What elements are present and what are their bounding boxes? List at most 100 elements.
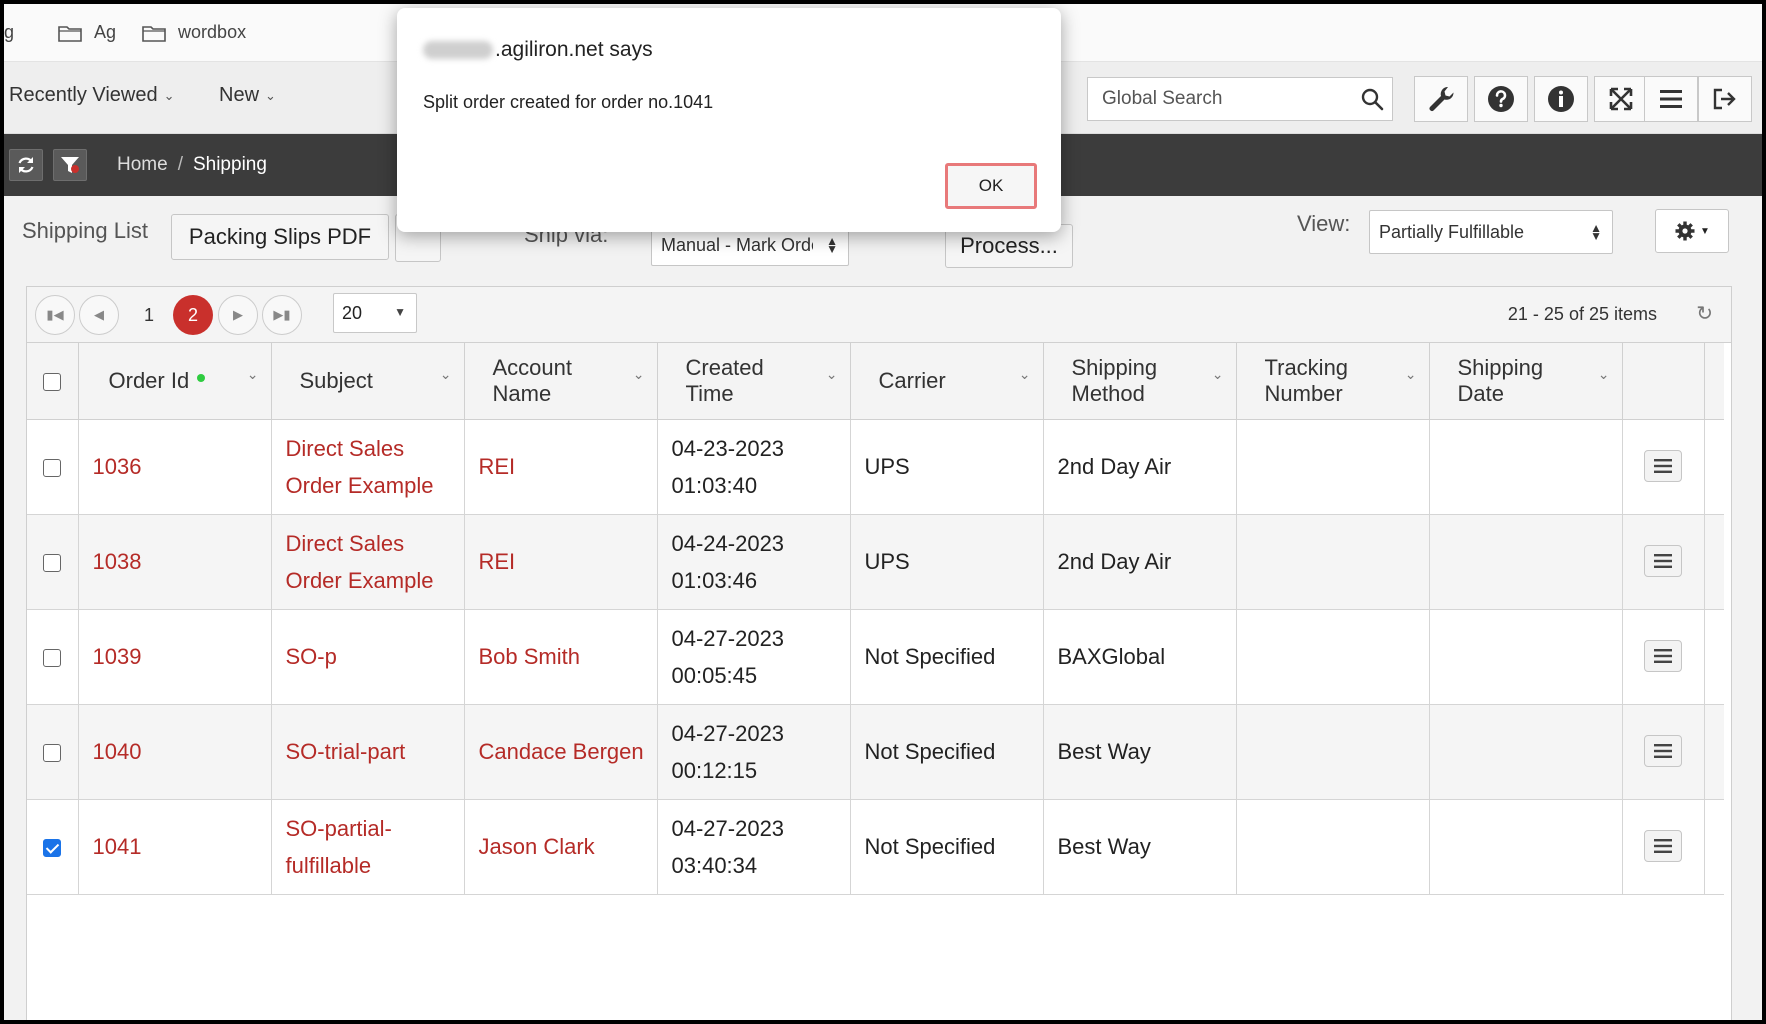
tracking-number-cell <box>1236 419 1430 515</box>
first-page-icon[interactable]: ▮◀ <box>35 295 75 335</box>
created-time-cell: 04-23-2023 01:03:40 <box>657 419 851 515</box>
chevron-down-icon[interactable]: ⌄ <box>633 361 645 387</box>
gear-icon <box>1675 221 1695 241</box>
last-page-icon[interactable]: ▶▮ <box>262 295 302 335</box>
table-row[interactable]: 1036 Direct Sales Order Example REI 04-2… <box>27 419 1724 515</box>
subject-cell[interactable]: SO-partial-fulfillable <box>271 799 465 895</box>
subject-cell[interactable]: Direct Sales Order Example <box>271 419 465 515</box>
chevron-down-icon[interactable]: ⌄ <box>247 361 259 387</box>
search-icon[interactable] <box>1352 87 1392 111</box>
row-checkbox[interactable] <box>43 459 62 478</box>
new-menu[interactable]: New ⌄ <box>219 84 276 107</box>
chevron-down-icon[interactable]: ⌄ <box>826 361 838 387</box>
page-size-select[interactable]: 20 ▼ <box>333 293 417 333</box>
col-label: Created Time <box>685 354 764 406</box>
carrier-cell: UPS <box>850 514 1044 610</box>
col-actions <box>1622 343 1705 420</box>
account-name-cell[interactable]: REI <box>464 514 658 610</box>
shipping-date-cell <box>1429 609 1623 705</box>
shipping-date-cell <box>1429 514 1623 610</box>
subject-cell[interactable]: Direct Sales Order Example <box>271 514 465 610</box>
col-subject[interactable]: Subject ⌄ <box>271 343 465 420</box>
row-checkbox[interactable] <box>43 554 62 573</box>
chevron-down-icon: ⌄ <box>163 87 175 103</box>
chevron-down-icon[interactable]: ⌄ <box>440 361 452 387</box>
tracking-number-cell <box>1236 799 1430 895</box>
bookmark-item-g[interactable]: g <box>4 22 14 43</box>
expand-icon[interactable] <box>1594 76 1648 122</box>
bookmark-label: Ag <box>94 22 117 42</box>
wrench-icon[interactable] <box>1414 76 1468 122</box>
info-icon[interactable] <box>1534 76 1588 122</box>
refresh-icon[interactable]: ↻ <box>1696 301 1713 326</box>
row-spacer <box>1704 799 1724 895</box>
order-id-cell[interactable]: 1038 <box>78 514 272 610</box>
account-name-cell[interactable]: Bob Smith <box>464 609 658 705</box>
chevron-down-icon[interactable]: ⌄ <box>1212 361 1224 387</box>
help-icon[interactable] <box>1474 76 1528 122</box>
packing-slips-pdf-button[interactable]: Packing Slips PDF <box>171 214 389 260</box>
table-row[interactable]: 1039 SO-p Bob Smith 04-27-2023 00:05:45 … <box>27 609 1724 705</box>
col-label: Order Id <box>108 367 190 393</box>
row-checkbox[interactable] <box>43 744 62 763</box>
order-id-cell[interactable]: 1041 <box>78 799 272 895</box>
row-spacer <box>1704 419 1724 515</box>
bookmark-folder-ag[interactable]: Ag <box>58 22 116 43</box>
row-actions-cell <box>1622 514 1705 610</box>
order-id-cell[interactable]: 1039 <box>78 609 272 705</box>
select-all-cell <box>27 343 79 420</box>
prev-page-icon[interactable]: ◀ <box>79 295 119 335</box>
col-shipping-date[interactable]: Shipping Date ⌄ <box>1429 343 1623 420</box>
settings-dropdown[interactable]: ▼ <box>1655 209 1729 253</box>
bookmark-folder-wordbox[interactable]: wordbox <box>142 22 246 43</box>
row-checkbox[interactable] <box>43 649 62 668</box>
table-row[interactable]: 1040 SO-trial-part Candace Bergen 04-27-… <box>27 704 1724 800</box>
global-search <box>1087 77 1393 121</box>
col-shipping-method[interactable]: Shipping Method ⌄ <box>1043 343 1237 420</box>
col-account-name[interactable]: Account Name ⌄ <box>464 343 658 420</box>
select-all-checkbox[interactable] <box>43 372 62 391</box>
row-menu-icon[interactable] <box>1644 640 1682 672</box>
col-order-id[interactable]: Order Id ⌄ <box>78 343 272 420</box>
col-carrier[interactable]: Carrier ⌄ <box>850 343 1044 420</box>
logout-icon[interactable] <box>1698 76 1752 122</box>
chevron-down-icon[interactable]: ⌄ <box>1598 361 1610 387</box>
recently-viewed-menu[interactable]: Recently Viewed ⌄ <box>9 84 175 107</box>
ok-button[interactable]: OK <box>945 163 1037 209</box>
chevron-down-icon[interactable]: ⌄ <box>1405 361 1417 387</box>
refresh-icon[interactable] <box>9 149 43 181</box>
ship-via-value: Manual - Mark Order <box>661 234 813 255</box>
global-search-input[interactable] <box>1088 88 1352 110</box>
col-created-time[interactable]: Created Time ⌄ <box>657 343 851 420</box>
alert-dialog: .agiliron.net says Split order created f… <box>397 8 1061 232</box>
menu-icon[interactable] <box>1644 76 1698 122</box>
shipping-date-cell <box>1429 704 1623 800</box>
view-select[interactable]: Partially Fulfillable ▲ ▼ <box>1369 210 1613 254</box>
tracking-number-cell <box>1236 609 1430 705</box>
row-menu-icon[interactable] <box>1644 830 1682 862</box>
row-checkbox[interactable] <box>43 839 62 858</box>
col-tracking-number[interactable]: Tracking Number ⌄ <box>1236 343 1430 420</box>
filter-icon[interactable] <box>53 149 87 181</box>
subject-cell[interactable]: SO-trial-part <box>271 704 465 800</box>
account-name-cell[interactable]: Candace Bergen <box>464 704 658 800</box>
breadcrumb-home[interactable]: Home <box>117 154 168 175</box>
page-1[interactable]: 1 <box>129 295 169 335</box>
account-name-cell[interactable]: Jason Clark <box>464 799 658 895</box>
recently-viewed-label: Recently Viewed <box>9 84 158 106</box>
row-checkbox-cell <box>27 799 79 895</box>
table-row[interactable]: 1038 Direct Sales Order Example REI 04-2… <box>27 514 1724 610</box>
order-id-cell[interactable]: 1040 <box>78 704 272 800</box>
row-menu-icon[interactable] <box>1644 450 1682 482</box>
order-id-cell[interactable]: 1036 <box>78 419 272 515</box>
shipping-method-cell: 2nd Day Air <box>1043 514 1237 610</box>
row-menu-icon[interactable] <box>1644 735 1682 767</box>
table-row[interactable]: 1041 SO-partial-fulfillable Jason Clark … <box>27 799 1724 895</box>
chevron-down-icon[interactable]: ⌄ <box>1019 361 1031 387</box>
account-name-cell[interactable]: REI <box>464 419 658 515</box>
col-label: Shipping Date <box>1457 354 1544 406</box>
row-menu-icon[interactable] <box>1644 545 1682 577</box>
subject-cell[interactable]: SO-p <box>271 609 465 705</box>
page-2[interactable]: 2 <box>173 295 213 335</box>
next-page-icon[interactable]: ▶ <box>218 295 258 335</box>
